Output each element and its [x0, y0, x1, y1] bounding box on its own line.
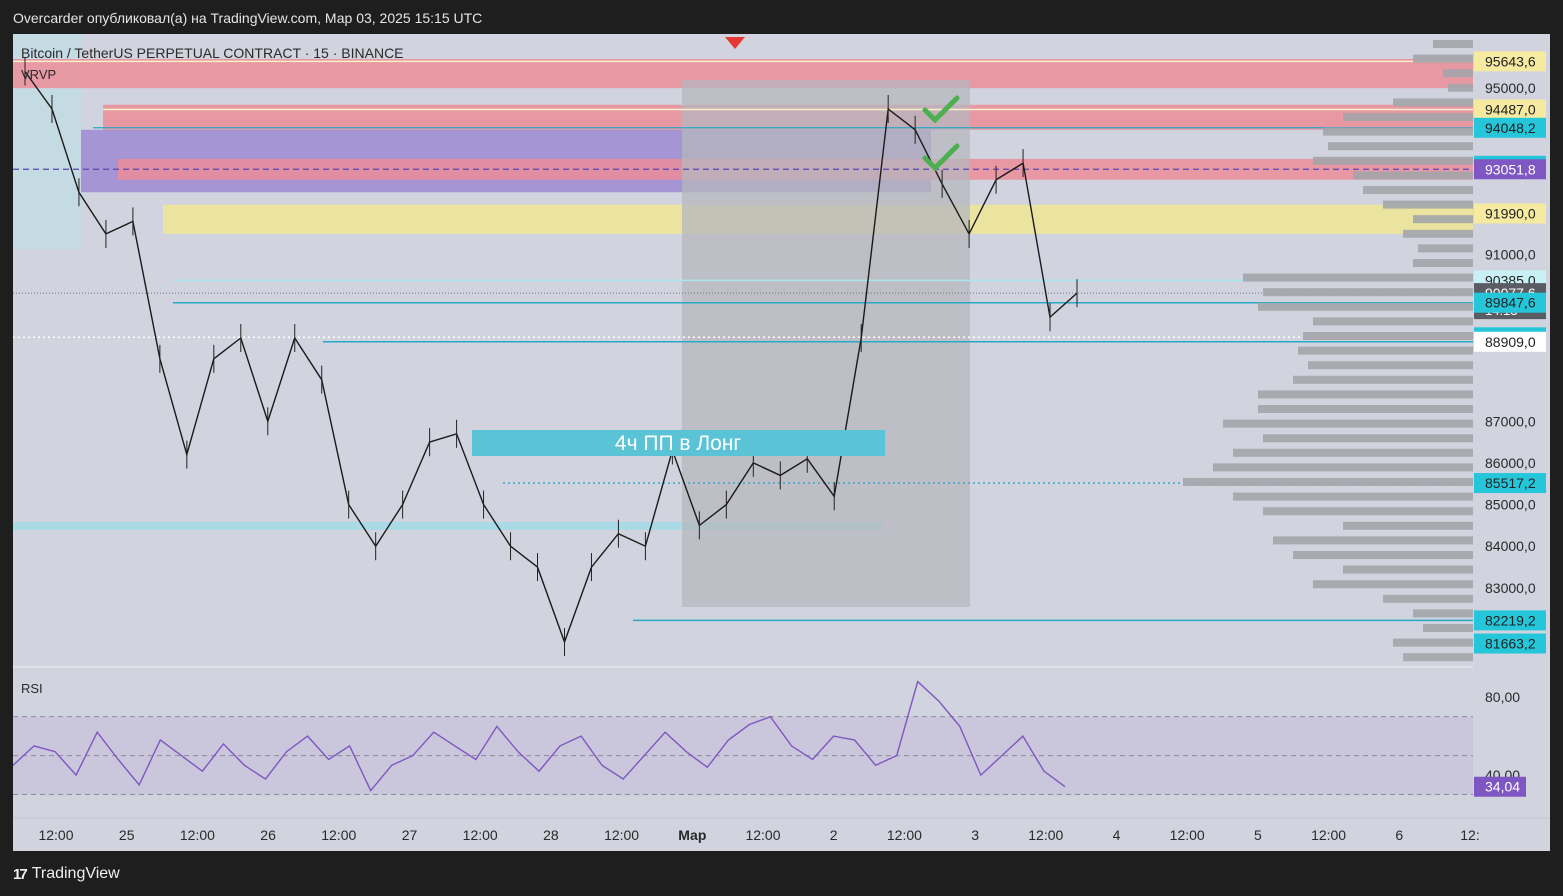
- time-tick-label: 4: [1113, 827, 1121, 843]
- time-tick-label: 12:00: [887, 827, 922, 843]
- time-tick-label: 12:00: [180, 827, 215, 843]
- time-tick-label: 27: [402, 827, 418, 843]
- volume-bar: [1258, 390, 1473, 399]
- time-tick-label: 12:00: [463, 827, 498, 843]
- volume-bar: [1323, 127, 1473, 136]
- volume-bar: [1403, 653, 1473, 662]
- price-badge-label: 89847,6: [1485, 295, 1536, 311]
- volume-bar: [1433, 40, 1473, 48]
- price-tick-label: 91000,0: [1485, 247, 1536, 263]
- time-tick-label: 12:00: [1170, 827, 1205, 843]
- time-tick-label: 12:00: [1311, 827, 1346, 843]
- volume-bar: [1303, 332, 1473, 340]
- price-tick-label: 83000,0: [1485, 580, 1536, 596]
- legend-symbol: Bitcoin / TetherUS PERPETUAL CONTRACT · …: [21, 45, 404, 61]
- volume-bar: [1233, 448, 1473, 457]
- price-badge-label: 94048,2: [1485, 120, 1536, 136]
- volume-bar: [1293, 375, 1473, 384]
- volume-bar: [1343, 113, 1473, 121]
- legend-indicator: VRVP: [21, 67, 56, 82]
- time-tick-label: Мар: [678, 827, 706, 843]
- volume-bar: [1258, 405, 1473, 413]
- volume-bar: [1313, 580, 1473, 589]
- volume-bar: [1403, 229, 1473, 238]
- volume-bar: [1263, 288, 1473, 297]
- time-tick-label: 12:00: [1028, 827, 1063, 843]
- volume-bar: [1448, 83, 1473, 92]
- volume-bar: [1293, 551, 1473, 559]
- price-tick-label: 84000,0: [1485, 538, 1536, 554]
- volume-bar: [1213, 463, 1473, 472]
- annotation-label: 4ч ПП в Лонг: [615, 432, 742, 455]
- volume-bar: [1443, 69, 1473, 78]
- time-tick-label: 25: [119, 827, 135, 843]
- time-tick-label: 12:00: [745, 827, 780, 843]
- time-tick-label: 26: [260, 827, 276, 843]
- rsi-title: RSI: [21, 681, 43, 696]
- volume-bar: [1243, 273, 1473, 282]
- volume-bar: [1313, 156, 1473, 165]
- time-tick-label: 6: [1395, 827, 1403, 843]
- time-tick-label: 3: [971, 827, 979, 843]
- price-badge-label: 94487,0: [1485, 102, 1536, 118]
- publish-info: Overcarder опубликовал(а) на TradingView…: [13, 10, 483, 26]
- chart-svg[interactable]: 4ч ПП в Лонг Bitcoin / TetherUS PERPETUAL…: [13, 34, 1550, 851]
- volume-bar: [1263, 434, 1473, 443]
- price-tick-label: 85000,0: [1485, 497, 1536, 513]
- volume-bar: [1363, 186, 1473, 194]
- volume-bar: [1413, 54, 1473, 63]
- volume-bar: [1353, 171, 1473, 180]
- price-badge-label: 81663,2: [1485, 636, 1536, 652]
- volume-bar: [1393, 638, 1473, 647]
- volume-bar: [1223, 419, 1473, 428]
- time-tick-label: 28: [543, 827, 559, 843]
- volume-bar: [1413, 259, 1473, 267]
- price-badge-label: 88909,0: [1485, 334, 1536, 350]
- volume-bar: [1413, 609, 1473, 618]
- chart-frame[interactable]: 4ч ПП в Лонг Bitcoin / TetherUS PERPETUAL…: [13, 34, 1550, 851]
- price-badge-label: 95643,6: [1485, 53, 1536, 69]
- volume-bar: [1413, 215, 1473, 224]
- time-tick-label: 12:00: [604, 827, 639, 843]
- time-tick-label: 12:00: [38, 827, 73, 843]
- tradingview-logo-icon: 17: [13, 865, 28, 883]
- footer: 17 TradingView: [13, 862, 120, 886]
- volume-bar: [1263, 507, 1473, 516]
- volume-bar: [1328, 142, 1473, 151]
- volume-bar: [1233, 492, 1473, 501]
- volume-bar: [1298, 346, 1473, 355]
- volume-bar: [1313, 317, 1473, 326]
- price-badge-label: 91990,0: [1485, 205, 1536, 221]
- price-tick-label: 86000,0: [1485, 455, 1536, 471]
- price-badge-label: 93051,8: [1485, 161, 1536, 177]
- volume-bar: [1393, 98, 1473, 107]
- volume-bar: [1418, 244, 1473, 253]
- price-badge-label: 85517,2: [1485, 475, 1536, 491]
- time-tick-label: 5: [1254, 827, 1262, 843]
- time-tick-label: 2: [830, 827, 838, 843]
- volume-bar: [1383, 200, 1473, 209]
- time-tick-label: 12:: [1460, 827, 1479, 843]
- volume-bar: [1258, 302, 1473, 311]
- time-tick-label: 12:00: [321, 827, 356, 843]
- volume-bar: [1383, 594, 1473, 603]
- rsi-current-label: 34,04: [1485, 779, 1520, 795]
- volume-bar: [1343, 521, 1473, 530]
- price-tick-label: 87000,0: [1485, 413, 1536, 429]
- price-tick-label: 95000,0: [1485, 80, 1536, 96]
- volume-bar: [1423, 624, 1473, 632]
- brand-name: TradingView: [31, 865, 120, 882]
- volume-bar: [1183, 478, 1473, 486]
- volume-bar: [1273, 536, 1473, 545]
- price-badge-label: 82219,2: [1485, 612, 1536, 628]
- rsi-tick-label: 80,00: [1485, 689, 1520, 705]
- volume-bar: [1343, 565, 1473, 574]
- volume-bar: [1308, 361, 1473, 370]
